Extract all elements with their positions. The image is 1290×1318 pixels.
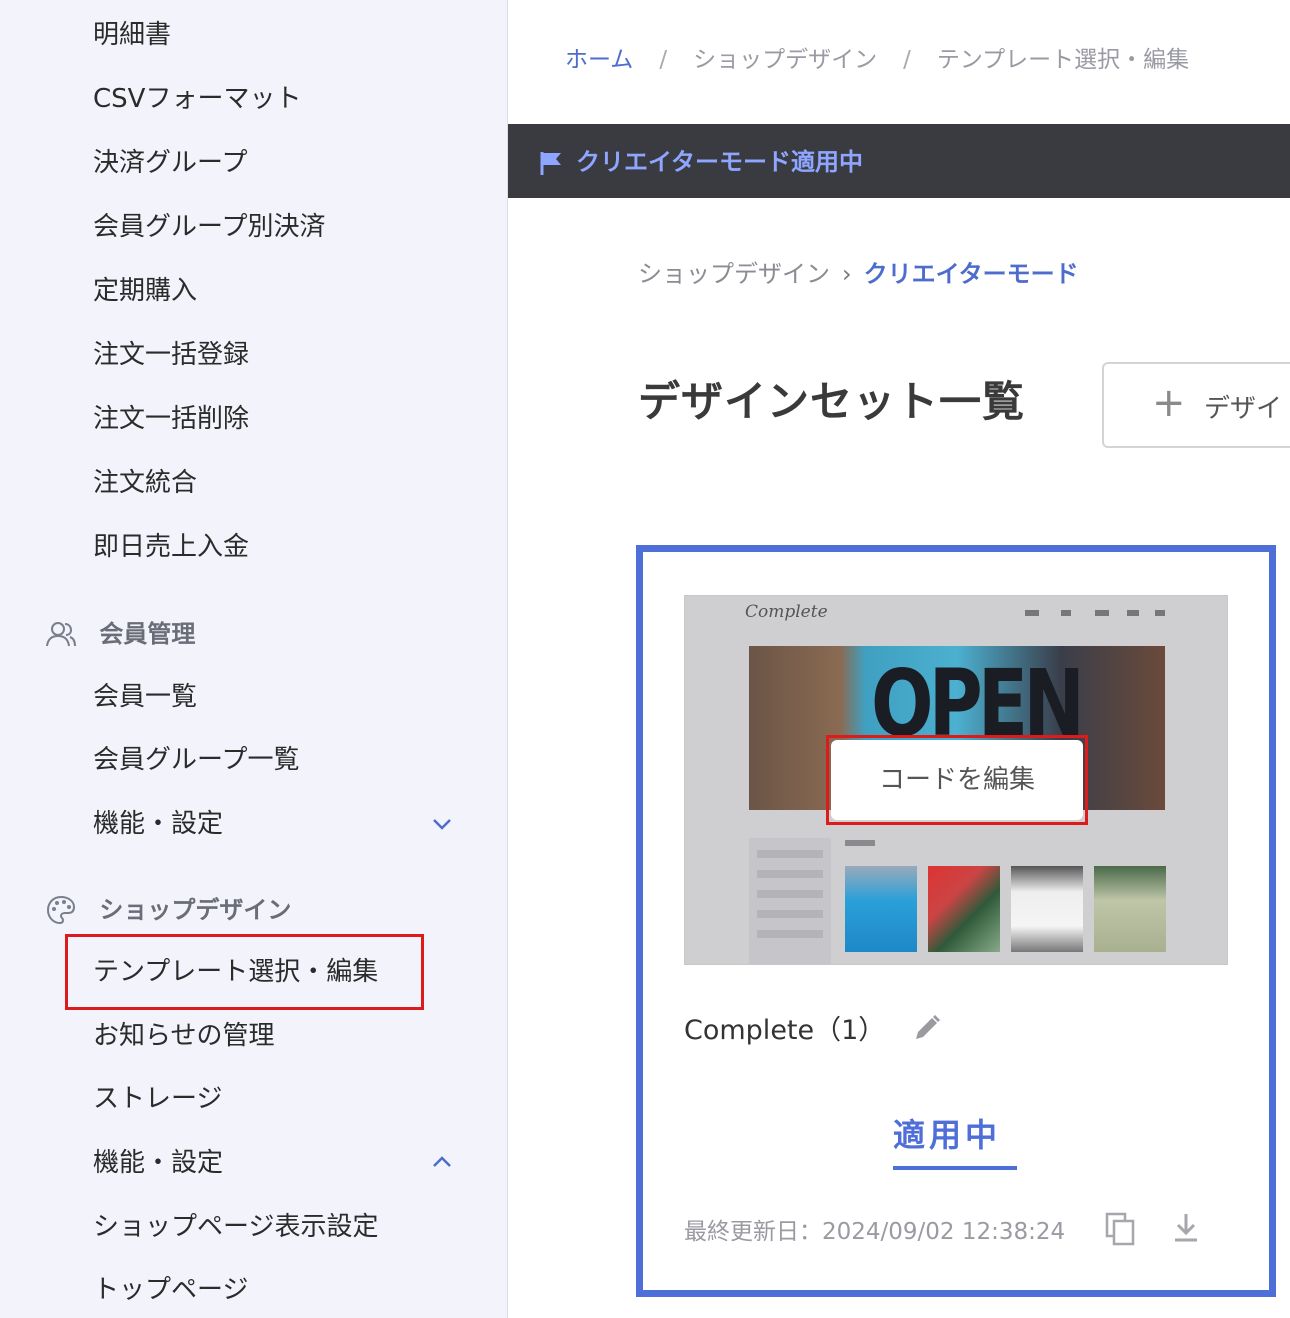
sidebar-section-shop-design[interactable]: ショップデザイン (45, 892, 291, 927)
sidebar-item-csv-format[interactable]: CSVフォーマット (93, 82, 301, 116)
sidebar-item-storage[interactable]: ストレージ (93, 1082, 222, 1116)
sub-breadcrumb-current: クリエイターモード (863, 260, 1079, 288)
chevron-up-icon[interactable] (428, 1148, 456, 1176)
sub-breadcrumb: ショップデザイン › クリエイターモード (638, 254, 1079, 289)
palette-icon (46, 895, 76, 925)
creator-mode-banner: クリエイターモード適用中 (508, 124, 1290, 198)
breadcrumb: ホーム / ショップデザイン / テンプレート選択・編集 (565, 40, 1189, 74)
thumbnail-side-panel (749, 838, 831, 964)
breadcrumb-separator: / (659, 47, 668, 73)
sidebar-item-design-settings[interactable]: 機能・設定 (93, 1146, 223, 1180)
design-thumbnail[interactable]: Complete OPEN コードを編集 (684, 595, 1228, 965)
sidebar-item-order-merge[interactable]: 注文統合 (93, 466, 197, 500)
highlight-box (65, 934, 424, 1010)
thumbnail-product-image (1094, 866, 1166, 952)
sidebar-section-label: 会員管理 (99, 620, 196, 648)
sidebar-item-same-day-deposit[interactable]: 即日売上入金 (93, 530, 249, 564)
breadcrumb-current: テンプレート選択・編集 (936, 47, 1190, 73)
sidebar-item-bulk-order-delete[interactable]: 注文一括削除 (93, 402, 249, 436)
thumbnail-product-image (845, 866, 917, 952)
breadcrumb-home[interactable]: ホーム (565, 47, 633, 73)
last-updated: 最終更新日：2024/09/02 12:38:24 (684, 1219, 1066, 1245)
design-set-card: Complete OPEN コードを編集 Complete（1） 適用中 最終更… (636, 545, 1276, 1297)
download-icon[interactable] (1171, 1212, 1201, 1244)
sidebar-section-members[interactable]: 会員管理 (45, 616, 195, 651)
pencil-icon[interactable] (911, 1012, 943, 1044)
sidebar-item-member-settings[interactable]: 機能・設定 (93, 807, 223, 841)
thumbnail-product-image (928, 866, 1000, 952)
status-applied: 適用中 (893, 1116, 1002, 1154)
copy-icon[interactable] (1103, 1212, 1137, 1246)
sidebar-item-member-group-list[interactable]: 会員グループ一覧 (93, 743, 299, 777)
main-content: ホーム / ショップデザイン / テンプレート選択・編集 クリエイターモード適用中 ショ… (508, 0, 1290, 1318)
design-set-name: Complete（1） (684, 1015, 886, 1046)
thumbnail-logo: Complete (745, 602, 828, 622)
chevron-down-icon[interactable] (428, 810, 456, 838)
sidebar-item-payment-group[interactable]: 決済グループ (93, 146, 247, 180)
breadcrumb-separator: / (903, 47, 911, 73)
sidebar-item-member-group-payment[interactable]: 会員グループ別決済 (93, 210, 325, 244)
flag-icon (540, 152, 561, 175)
sidebar-item-top-page[interactable]: トップページ (93, 1273, 248, 1307)
sidebar-item-member-list[interactable]: 会員一覧 (93, 680, 197, 714)
breadcrumb-shop-design[interactable]: ショップデザイン (693, 47, 877, 73)
thumbnail-product-image (1011, 866, 1083, 952)
thumbnail-nav-icons (1025, 610, 1165, 616)
sidebar-item-statement[interactable]: 明細書 (93, 18, 171, 52)
sidebar: 明細書 CSVフォーマット 決済グループ 会員グループ別決済 定期購入 注文一括… (0, 0, 508, 1318)
highlight-box (826, 735, 1088, 825)
banner-text: クリエイターモード適用中 (576, 148, 864, 176)
sidebar-item-subscription[interactable]: 定期購入 (93, 274, 197, 308)
sub-breadcrumb-parent[interactable]: ショップデザイン (638, 260, 830, 288)
sidebar-item-shop-page-display[interactable]: ショップページ表示設定 (93, 1210, 378, 1244)
sub-breadcrumb-arrow: › (842, 260, 852, 288)
status-underline (893, 1166, 1017, 1170)
plus-icon: + (1152, 380, 1186, 426)
page-title: デザインセット一覧 (638, 377, 1026, 426)
new-design-button[interactable]: + デザイ (1102, 362, 1290, 448)
sidebar-item-news-management[interactable]: お知らせの管理 (93, 1019, 274, 1053)
new-design-button-label: デザイ (1204, 394, 1283, 424)
thumbnail-section-title (845, 840, 875, 846)
sidebar-item-bulk-order-register[interactable]: 注文一括登録 (93, 338, 249, 372)
users-icon (46, 622, 76, 647)
sidebar-section-label: ショップデザイン (99, 896, 292, 924)
